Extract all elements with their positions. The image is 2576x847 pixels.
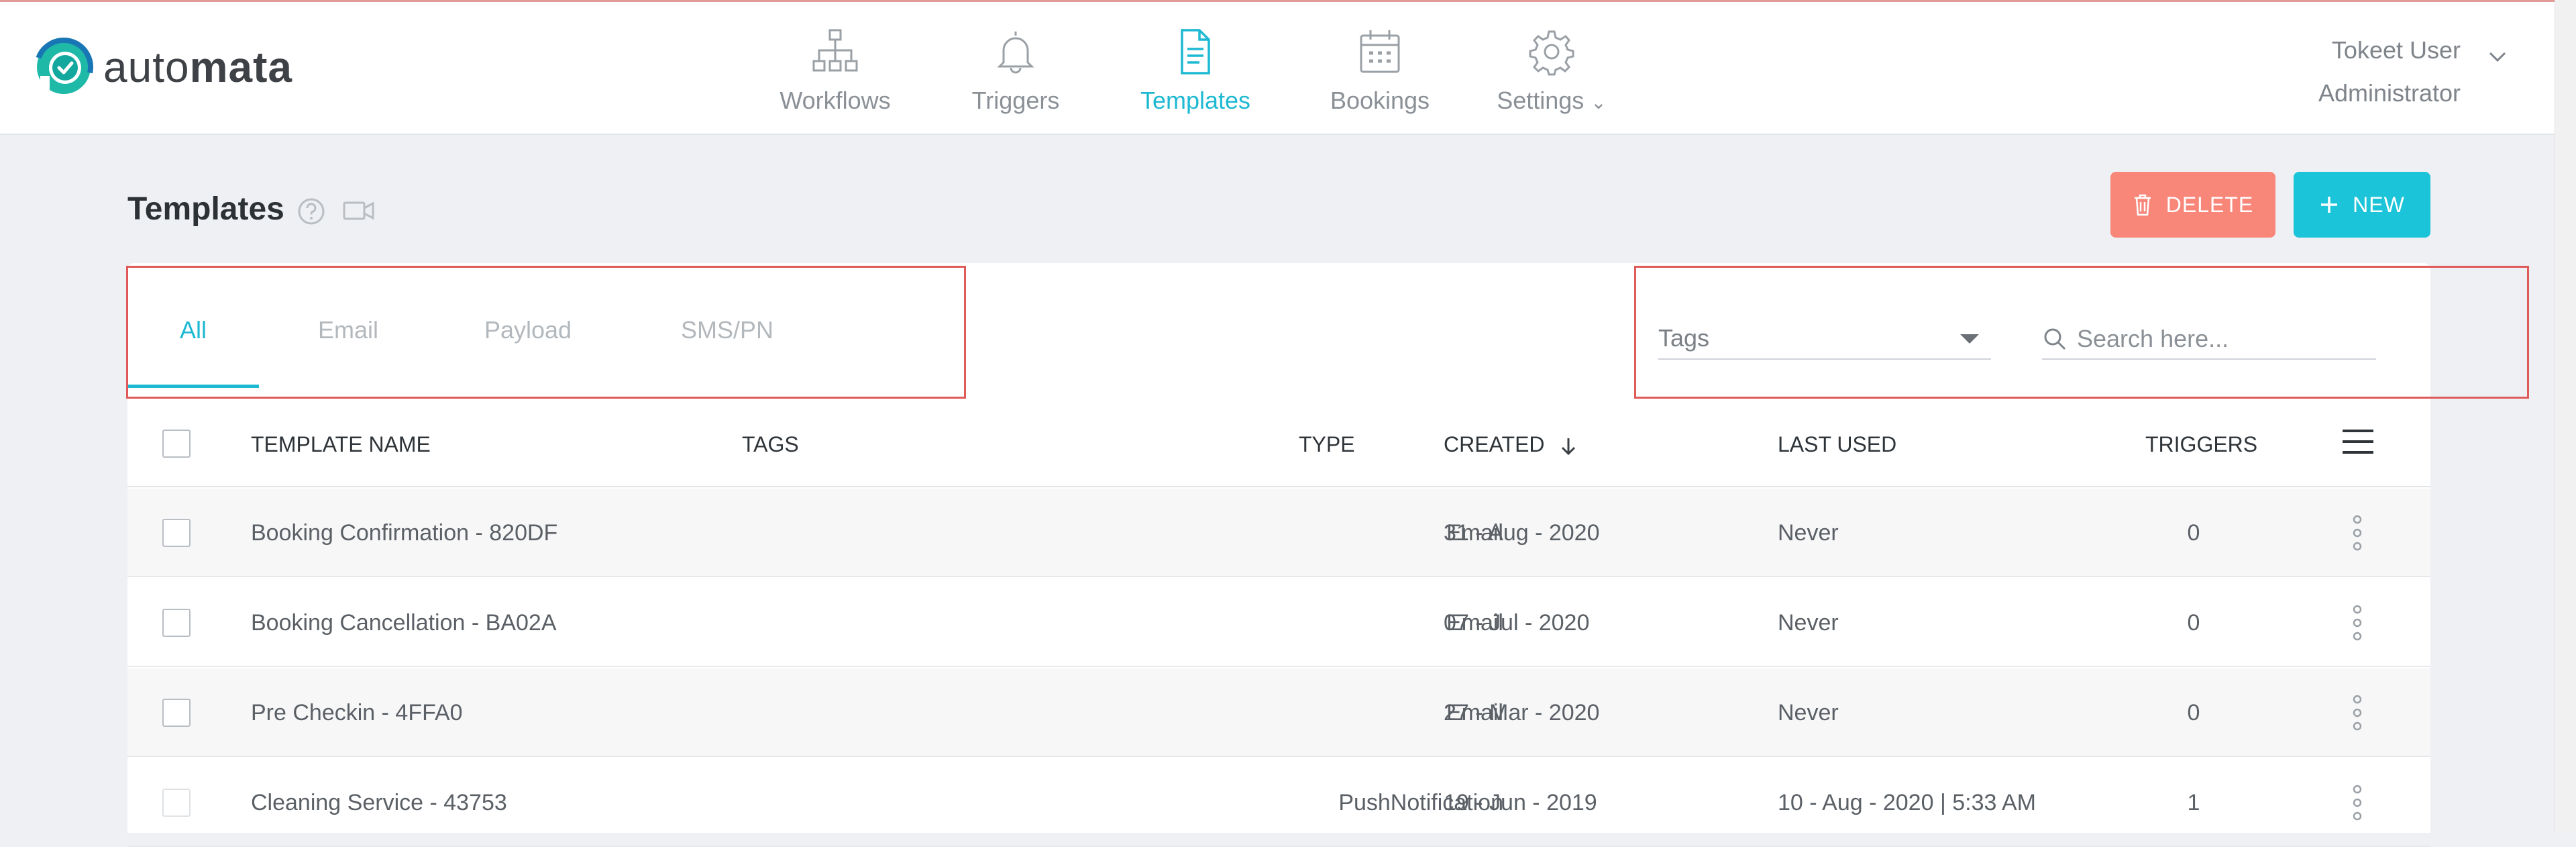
row-actions-kebab-icon[interactable] <box>2352 693 2363 733</box>
nav-item-bookings[interactable]: Bookings <box>1285 26 1474 115</box>
nav-label-workflows: Workflows <box>780 87 891 114</box>
template-last-used: Never <box>1778 520 1839 546</box>
row-actions-kebab-icon[interactable] <box>2352 783 2363 823</box>
table-row[interactable]: Booking Confirmation - 820DF Email 31 - … <box>127 489 2430 577</box>
template-created: 19 - Jun - 2019 <box>1444 790 1597 815</box>
delete-button-label: DELETE <box>2165 192 2254 217</box>
template-triggers: 1 <box>2187 790 2200 815</box>
row-actions-kebab-icon[interactable] <box>2352 513 2363 553</box>
trash-icon <box>2134 194 2151 216</box>
nav-label-bookings: Bookings <box>1330 87 1430 114</box>
sort-arrow-down-icon <box>1562 438 1576 455</box>
logo-prefix: auto <box>103 43 190 91</box>
template-name[interactable]: Pre Checkin - 4FFA0 <box>251 668 463 757</box>
plus-icon <box>2321 197 2338 213</box>
nav-item-triggers[interactable]: Triggers <box>926 26 1106 115</box>
template-triggers: 0 <box>2187 700 2200 726</box>
column-header-tags[interactable]: TAGS <box>742 401 799 487</box>
template-created: 07 - Jul - 2020 <box>1444 610 1590 636</box>
template-created: 27 - Mar - 2020 <box>1444 700 1600 726</box>
user-name: Tokeet User <box>2331 36 2461 64</box>
column-header-triggers[interactable]: TRIGGERS <box>2145 401 2257 487</box>
column-header-created[interactable]: CREATED <box>1444 401 1577 487</box>
new-button-label: NEW <box>2353 192 2405 217</box>
nav-item-settings[interactable]: Settings ⌄ <box>1474 26 1629 115</box>
nav-item-templates[interactable]: Templates <box>1106 26 1285 115</box>
template-triggers: 0 <box>2187 610 2200 636</box>
nav-label-templates: Templates <box>1140 87 1251 114</box>
row-checkbox[interactable] <box>162 519 191 547</box>
help-icon[interactable] <box>297 197 326 226</box>
user-role: Administrator <box>2318 79 2461 107</box>
template-last-used: 10 - Aug - 2020 | 5:33 AM <box>1778 790 2036 815</box>
template-name[interactable]: Cleaning Service - 43753 <box>251 758 507 847</box>
gear-icon <box>1529 30 1574 76</box>
calendar-icon <box>1360 30 1400 73</box>
template-created: 31 - Aug - 2020 <box>1444 520 1600 546</box>
select-all-checkbox[interactable] <box>162 430 191 458</box>
new-template-button[interactable]: NEW <box>2294 172 2430 238</box>
row-checkbox[interactable] <box>162 609 191 637</box>
automata-logo-icon <box>34 38 93 97</box>
template-last-used: Never <box>1778 610 1839 636</box>
nav-label-triggers: Triggers <box>971 87 1060 114</box>
app-logo-text: automata <box>103 42 292 92</box>
table-row[interactable]: Cleaning Service - 43753 PushNotificatio… <box>127 758 2430 847</box>
templates-card: All Email Payload SMS/PN Tags TEMPLATE N… <box>126 263 2529 847</box>
column-header-last-used[interactable]: LAST USED <box>1778 401 1896 487</box>
top-navigation-bar: automata Workflows Triggers Templates Bo… <box>0 2 2555 135</box>
template-name[interactable]: Booking Cancellation - BA02A <box>251 579 557 667</box>
chevron-down-icon[interactable] <box>2487 50 2508 64</box>
column-header-template-name[interactable]: TEMPLATE NAME <box>251 401 431 487</box>
column-header-type[interactable]: TYPE <box>1299 401 1355 487</box>
nav-item-workflows[interactable]: Workflows <box>745 26 926 115</box>
table-row[interactable]: Pre Checkin - 4FFA0 Email 27 - Mar - 202… <box>127 668 2430 757</box>
chevron-down-icon: ⌄ <box>1591 92 1607 113</box>
page-scrollbar[interactable] <box>2555 0 2576 833</box>
nav-label-settings: Settings ⌄ <box>1497 87 1607 115</box>
video-camera-icon[interactable] <box>342 197 376 224</box>
row-checkbox[interactable] <box>162 789 191 817</box>
highlight-box-tabs <box>126 266 966 399</box>
table-row[interactable]: Booking Cancellation - BA02A Email 07 - … <box>127 579 2430 667</box>
sitemap-icon <box>812 29 858 72</box>
template-triggers: 0 <box>2187 520 2200 546</box>
template-last-used: Never <box>1778 700 1839 726</box>
delete-button[interactable]: DELETE <box>2110 172 2275 238</box>
user-menu[interactable]: Tokeet User Administrator <box>2318 29 2461 115</box>
table-header: TEMPLATE NAME TAGS TYPE CREATED LAST USE… <box>127 401 2430 487</box>
column-header-created-label: CREATED <box>1444 432 1545 456</box>
main-nav: Workflows Triggers Templates Bookings Se… <box>745 26 1629 115</box>
page-title: Templates <box>127 191 284 227</box>
app-logo[interactable]: automata <box>34 37 292 97</box>
column-menu-icon[interactable] <box>2341 428 2375 455</box>
bell-icon <box>997 32 1034 74</box>
template-name[interactable]: Booking Confirmation - 820DF <box>251 489 557 577</box>
logo-suffix: mata <box>189 43 292 91</box>
highlight-box-filters <box>1634 266 2529 399</box>
nav-label-settings-text: Settings <box>1497 87 1585 114</box>
row-checkbox[interactable] <box>162 699 191 727</box>
document-icon <box>1181 29 1210 74</box>
row-actions-kebab-icon[interactable] <box>2352 603 2363 643</box>
